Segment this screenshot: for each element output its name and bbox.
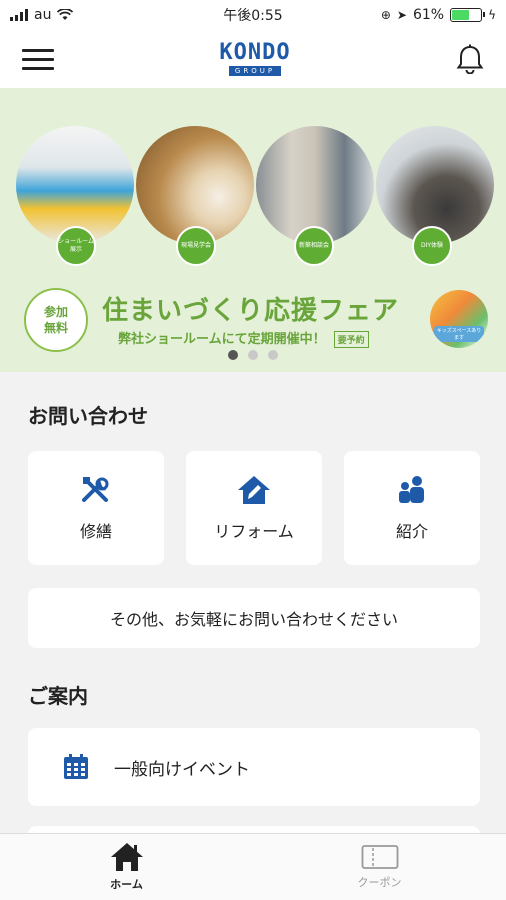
coupon-icon (361, 845, 398, 869)
battery-percent: 61% (412, 7, 445, 23)
fair-subtitle: 弊社ショールームにて定期開催中！ 要予約 (118, 328, 369, 348)
referral-button[interactable]: 紹介 (344, 451, 480, 565)
referral-label: 紹介 (395, 522, 428, 541)
tab-home[interactable]: ホーム (0, 834, 253, 900)
status-bar: au 午後0:55 ⊕ ➤ 61% ϟ (0, 0, 506, 30)
tab-coupon-label: クーポン (357, 876, 402, 889)
free-badge: 参加 無料 (24, 288, 88, 352)
carrier-label: au (34, 7, 52, 23)
general-event-label: 一般向けイベント (114, 759, 250, 780)
kids-space-label: キッズスペースあります (434, 326, 484, 342)
orientation-lock-icon: ⊕ (380, 8, 391, 22)
circle-tag: ショールーム展示 (56, 226, 96, 266)
circle-tag: DIY体験 (412, 226, 452, 266)
tab-coupon[interactable]: クーポン (253, 834, 506, 900)
fair-title: 住まいづくり応援フェア (102, 296, 400, 326)
fair-info: 参加 無料 住まいづくり応援フェア 弊社ショールームにて定期開催中！ 要予約 キッズ… (22, 288, 488, 352)
general-event-button[interactable]: 一般向けイベント (28, 728, 480, 806)
house-pen-icon (238, 476, 270, 504)
circle-tag: 新築相談会 (294, 226, 334, 266)
wifi-icon (57, 9, 74, 20)
signal-icon (10, 9, 28, 21)
battery-icon (450, 8, 486, 22)
kids-space-photo: キッズスペースあります (430, 290, 488, 348)
carousel-dot[interactable] (248, 350, 258, 360)
repair-button[interactable]: 修繕 (28, 451, 164, 565)
calendar-icon (64, 754, 88, 779)
carousel-dots[interactable] (0, 350, 506, 360)
carousel-dot[interactable] (268, 350, 278, 360)
charging-icon: ϟ (488, 8, 496, 22)
circle-tag: 現場見学会 (176, 226, 216, 266)
event-banner[interactable]: ショールーム展示 現場見学会 新築相談会 DIY体験 参加 無料 住まいづくり応援… (0, 88, 506, 372)
tools-icon (82, 477, 109, 502)
tab-home-label: ホーム (110, 878, 143, 891)
guide-title: ご案内 (28, 684, 88, 708)
location-icon: ➤ (396, 8, 407, 22)
home-icon (110, 843, 143, 871)
photo-circles: ショールーム展示 現場見学会 新築相談会 DIY体験 (16, 126, 496, 266)
bell-icon[interactable] (456, 44, 484, 74)
hamburger-icon[interactable] (22, 48, 54, 70)
repair-label: 修繕 (79, 522, 112, 541)
app-header: KONDO GROUP (0, 30, 506, 88)
reservation-tag: 要予約 (333, 331, 369, 348)
kondo-logo[interactable]: KONDO GROUP (219, 42, 290, 76)
tab-bar: ホーム クーポン (0, 833, 506, 900)
reform-label: リフォーム (214, 522, 294, 541)
people-icon (399, 476, 424, 503)
reform-button[interactable]: リフォーム (186, 451, 322, 565)
other-inquiry-button[interactable]: その他、お気軽にお問い合わせください (28, 588, 480, 648)
inquiry-title: お問い合わせ (28, 404, 148, 428)
carousel-dot[interactable] (228, 350, 238, 360)
